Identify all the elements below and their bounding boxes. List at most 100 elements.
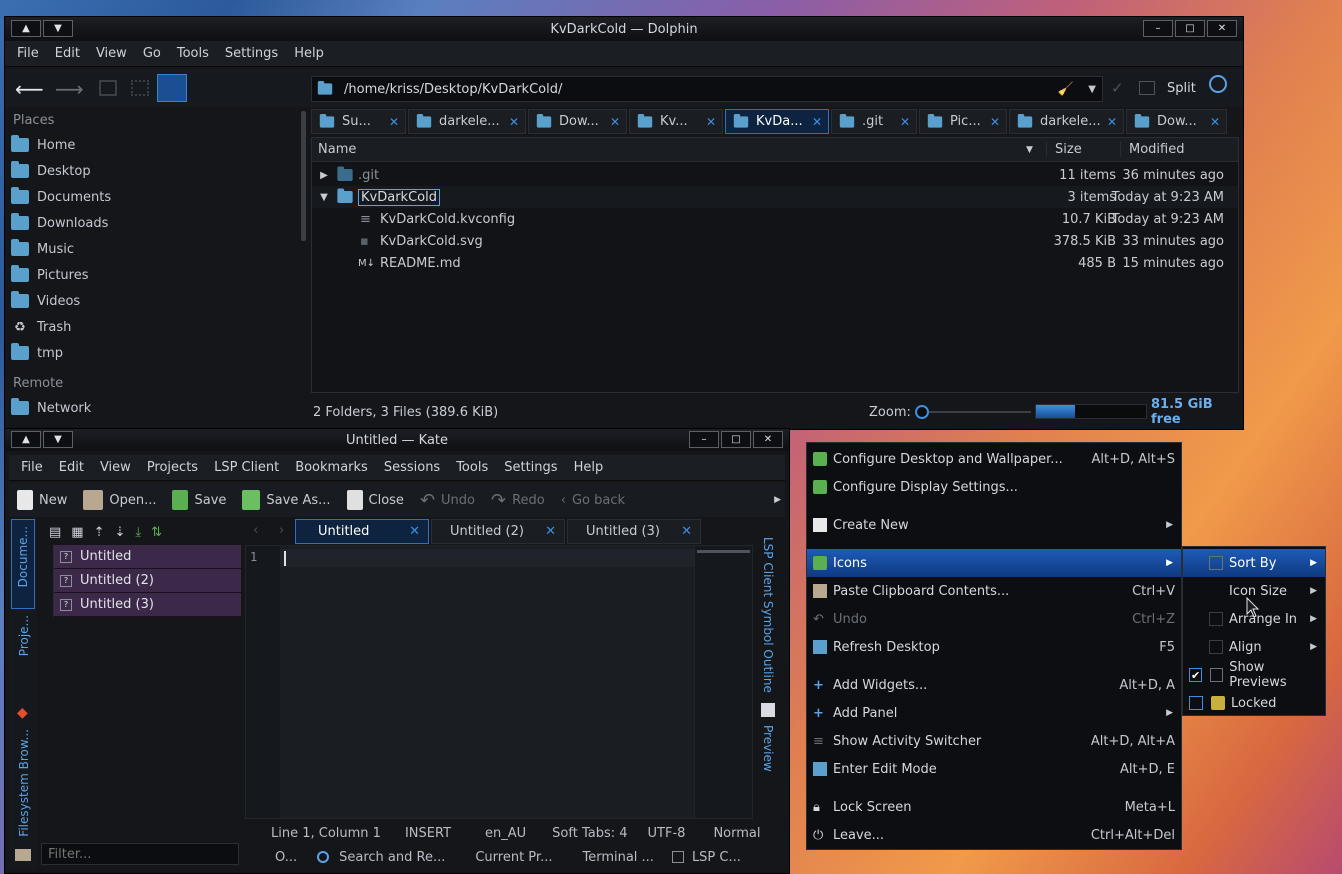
maximize-button[interactable]: □ <box>1175 20 1205 37</box>
menu-item-create-new[interactable]: Create New ▶ <box>807 511 1181 539</box>
split-button[interactable]: Split <box>1167 81 1196 96</box>
place-trash[interactable]: ♻ Trash <box>5 314 299 340</box>
column-modified[interactable]: Modified <box>1120 142 1184 157</box>
document-item[interactable]: ? Untitled <box>54 545 241 569</box>
keep-above-button[interactable]: ▲ <box>11 431 41 448</box>
preview-sidebar-tab[interactable]: Preview <box>761 725 775 772</box>
menu-item-add-panel[interactable]: + Add Panel ▶ <box>807 699 1181 727</box>
close-tab-icon[interactable]: ✕ <box>990 115 1000 129</box>
menu-item-icons[interactable]: Icons ▶ <box>807 549 1181 577</box>
go-back-button[interactable]: ‹ Go back <box>553 493 633 508</box>
keep-below-button[interactable]: ▼ <box>43 431 73 448</box>
checkbox-checked[interactable]: ✔ <box>1189 668 1203 682</box>
close-button[interactable]: ✕ <box>1207 20 1237 37</box>
tab[interactable]: Kv... ✕ <box>629 109 723 134</box>
lsp-outline-sidebar-tab[interactable]: LSP Client Symbol Outline <box>761 537 775 693</box>
minimap[interactable] <box>694 546 752 818</box>
new-button[interactable]: New <box>9 490 75 510</box>
document-item[interactable]: ? Untitled (3) <box>54 593 241 617</box>
menu-help[interactable]: Help <box>566 460 612 475</box>
document-item[interactable]: ? Untitled (2) <box>54 569 241 593</box>
menu-view[interactable]: View <box>88 46 135 61</box>
expand-icon[interactable]: ▶ <box>312 170 336 181</box>
cursor-position[interactable]: Line 1, Column 1 <box>271 826 381 841</box>
bottom-tool-lsp[interactable]: LSP C... <box>692 850 741 865</box>
close-tab-icon[interactable]: ✕ <box>409 524 420 539</box>
submenu-item-align[interactable]: Align ▶ <box>1183 633 1325 661</box>
place-videos[interactable]: Videos <box>5 288 299 314</box>
check-icon[interactable]: ✓ <box>1111 79 1124 97</box>
bottom-tool-o[interactable]: O... <box>275 850 297 865</box>
syntax-mode[interactable]: Normal <box>713 826 760 841</box>
menu-item-lock-screen[interactable]: 🔒︎ Lock Screen Meta+L <box>807 793 1181 821</box>
zoom-slider-handle[interactable] <box>915 405 929 419</box>
bottom-tool-terminal[interactable]: Terminal ... <box>582 850 653 865</box>
compact-view-icon[interactable] <box>131 80 149 96</box>
down-icon[interactable]: ⇣ <box>115 525 126 540</box>
back-icon[interactable]: ⟵ <box>15 77 44 101</box>
close-tab-icon[interactable]: ✕ <box>610 115 620 129</box>
menu-item-edit-mode[interactable]: Enter Edit Mode Alt+D, E <box>807 755 1181 783</box>
menu-item-activity-switcher[interactable]: ≡ Show Activity Switcher Alt+D, Alt+A <box>807 727 1181 755</box>
minimize-button[interactable]: – <box>1143 20 1173 37</box>
input-mode[interactable]: INSERT <box>405 826 451 841</box>
save-as-button[interactable]: Save As... <box>234 490 338 510</box>
places-scrollbar[interactable] <box>301 111 306 241</box>
place-home[interactable]: Home <box>5 132 299 158</box>
menu-go[interactable]: Go <box>135 46 169 61</box>
tab-active[interactable]: KvDa... ✕ <box>725 109 829 134</box>
close-tab-icon[interactable]: ✕ <box>509 115 519 129</box>
dictionary[interactable]: en_AU <box>485 826 526 841</box>
submenu-item-locked[interactable]: Locked <box>1183 689 1325 717</box>
location-bar[interactable]: /home/kriss/Desktop/KvDarkCold/ 🧹 ▼ <box>311 76 1103 102</box>
tab[interactable]: darkele... ✕ <box>1009 109 1124 134</box>
keep-below-button[interactable]: ▼ <box>43 20 73 37</box>
bottom-tool-project[interactable]: Current Pr... <box>475 850 552 865</box>
folder-bottom-icon[interactable] <box>15 849 31 861</box>
menu-help[interactable]: Help <box>286 46 332 61</box>
menu-view[interactable]: View <box>92 460 139 475</box>
forward-icon[interactable]: ⟶ <box>55 77 84 101</box>
tab-scroll-left-icon[interactable]: ‹ <box>253 523 258 538</box>
place-downloads[interactable]: Downloads <box>5 210 299 236</box>
encoding[interactable]: UTF-8 <box>648 826 686 841</box>
tab[interactable]: Dow... ✕ <box>528 109 627 134</box>
menu-projects[interactable]: Projects <box>139 460 206 475</box>
dolphin-titlebar[interactable]: ▲ ▼ KvDarkCold — Dolphin – □ ✕ <box>5 17 1243 41</box>
open-button[interactable]: Open... <box>75 490 164 510</box>
column-name[interactable]: Name <box>312 142 1046 157</box>
submenu-item-show-previews[interactable]: ✔ Show Previews <box>1183 660 1325 690</box>
indentation[interactable]: Soft Tabs: 4 <box>552 826 627 841</box>
tab[interactable]: Pic... ✕ <box>919 109 1007 134</box>
minimize-button[interactable]: – <box>689 431 719 448</box>
keep-above-button[interactable]: ▲ <box>11 20 41 37</box>
menu-item-paste[interactable]: Paste Clipboard Contents... Ctrl+V <box>807 577 1181 605</box>
menu-edit[interactable]: Edit <box>51 460 92 475</box>
menu-sessions[interactable]: Sessions <box>376 460 448 475</box>
close-doc-button[interactable]: Close <box>339 490 412 510</box>
kate-titlebar[interactable]: ▲ ▼ Untitled — Kate – □ ✕ <box>5 429 789 451</box>
icons-view-icon[interactable] <box>99 80 117 96</box>
projects-sidebar-tab[interactable]: Proje... <box>17 615 31 656</box>
maximize-button[interactable]: □ <box>721 431 751 448</box>
menu-tools[interactable]: Tools <box>448 460 496 475</box>
tab[interactable]: darkele... ✕ <box>408 109 526 134</box>
file-row[interactable]: ▶ .git 11 items 36 minutes ago <box>312 164 1238 186</box>
menu-file[interactable]: File <box>9 46 47 61</box>
close-tab-icon[interactable]: ✕ <box>389 115 399 129</box>
close-tab-icon[interactable]: ✕ <box>900 115 910 129</box>
menu-settings[interactable]: Settings <box>496 460 565 475</box>
file-row-selected[interactable]: ▼ KvDarkCold 3 items Today at 9:23 AM <box>312 186 1238 208</box>
close-tab-icon[interactable]: ✕ <box>545 524 556 539</box>
undo-button[interactable]: ↶ Undo <box>412 490 483 511</box>
menu-item-leave[interactable]: ⏻ Leave... Ctrl+Alt+Del <box>807 821 1181 849</box>
tab[interactable]: Dow... ✕ <box>1126 109 1227 134</box>
menu-edit[interactable]: Edit <box>47 46 88 61</box>
tab[interactable]: Su... ✕ <box>311 109 406 134</box>
place-desktop[interactable]: Desktop <box>5 158 299 184</box>
file-row[interactable]: ▪ KvDarkCold.svg 378.5 KiB 33 minutes ag… <box>312 230 1238 252</box>
menu-item-undo[interactable]: ↶ Undo Ctrl+Z <box>807 605 1181 633</box>
close-button[interactable]: ✕ <box>753 431 783 448</box>
close-tab-icon[interactable]: ✕ <box>1107 115 1117 129</box>
menu-bookmarks[interactable]: Bookmarks <box>287 460 376 475</box>
